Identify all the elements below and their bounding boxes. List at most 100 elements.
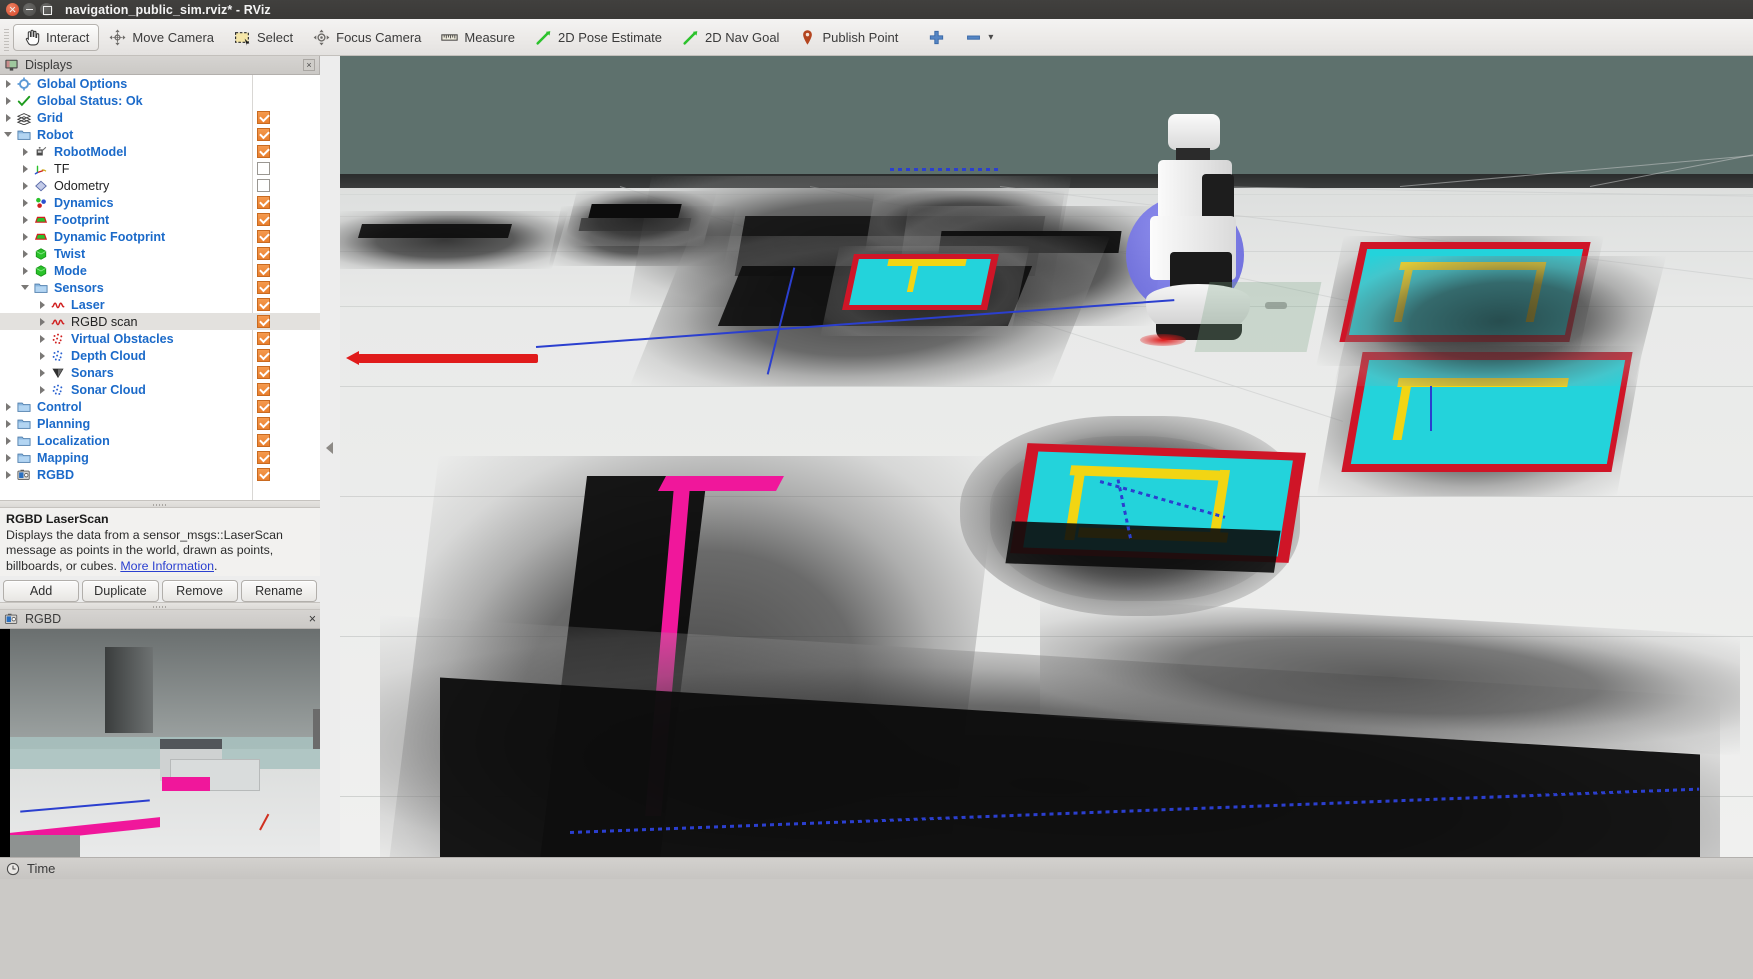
display-item-virtual-obstacles[interactable]: Virtual Obstacles [0,330,320,347]
rgbd-panel-splitter[interactable] [0,602,320,610]
display-item-sonar-cloud[interactable]: Sonar Cloud [0,381,320,398]
chevron-down-icon[interactable] [21,283,30,292]
displays-panel-header: Displays × [0,56,319,75]
display-item-robotmodel[interactable]: RobotModel [0,143,320,160]
display-enable-checkbox[interactable] [257,111,270,124]
chevron-right-icon[interactable] [21,249,30,258]
display-item-planning[interactable]: Planning [0,415,320,432]
tool-publish-point[interactable]: Publish Point [789,24,908,51]
tool-2d-nav-goal[interactable]: 2D Nav Goal [672,24,789,51]
display-enable-checkbox[interactable] [257,162,270,175]
display-item-rgbd-scan[interactable]: RGBD scan [0,313,320,330]
display-enable-checkbox[interactable] [257,179,270,192]
rename-button[interactable]: Rename [241,580,317,602]
tool-2d-pose-estimate[interactable]: 2D Pose Estimate [525,24,672,51]
display-item-mapping[interactable]: Mapping [0,449,320,466]
3d-render-view[interactable] [340,56,1753,857]
rgbd-camera-view[interactable] [0,629,320,857]
tool-measure[interactable]: Measure [431,24,525,51]
chevron-right-icon[interactable] [38,385,47,394]
display-enable-checkbox[interactable] [257,264,270,277]
display-enable-checkbox[interactable] [257,417,270,430]
chevron-right-icon[interactable] [4,419,13,428]
chevron-right-icon[interactable] [4,453,13,462]
chevron-right-icon[interactable] [21,147,30,156]
tool-move-camera[interactable]: Move Camera [99,24,224,51]
display-item-dynamic-footprint[interactable]: Dynamic Footprint [0,228,320,245]
add-tool-button[interactable] [918,24,955,51]
display-enable-checkbox[interactable] [257,434,270,447]
display-item-sensors[interactable]: Sensors [0,279,320,296]
display-item-robot[interactable]: Robot [0,126,320,143]
chevron-down-icon[interactable]: ▾ [988,32,993,43]
rgbd-scrollbar[interactable] [313,709,320,749]
chevron-right-icon[interactable] [38,317,47,326]
display-enable-checkbox[interactable] [257,230,270,243]
display-item-mode[interactable]: Mode [0,262,320,279]
chevron-right-icon[interactable] [38,351,47,360]
display-item-depth-cloud[interactable]: Depth Cloud [0,347,320,364]
tool-focus-camera[interactable]: Focus Camera [303,24,431,51]
chevron-down-icon[interactable] [4,130,13,139]
display-enable-checkbox[interactable] [257,315,270,328]
display-item-grid[interactable]: Grid [0,109,320,126]
display-enable-checkbox[interactable] [257,400,270,413]
tool-select[interactable]: Select [224,24,303,51]
display-item-tf[interactable]: TF [0,160,320,177]
maximize-window-button[interactable] [40,3,53,16]
display-enable-checkbox[interactable] [257,451,270,464]
display-enable-checkbox[interactable] [257,145,270,158]
chevron-right-icon[interactable] [38,300,47,309]
display-item-dynamics[interactable]: Dynamics [0,194,320,211]
display-enable-checkbox[interactable] [257,128,270,141]
display-enable-checkbox[interactable] [257,247,270,260]
display-enable-checkbox[interactable] [257,298,270,311]
displays-tree[interactable]: Global OptionsGlobal Status: OkGridRobot… [0,75,320,500]
display-enable-checkbox[interactable] [257,468,270,481]
display-enable-checkbox[interactable] [257,213,270,226]
display-item-footprint[interactable]: Footprint [0,211,320,228]
close-icon[interactable]: × [309,612,316,626]
display-enable-checkbox[interactable] [257,366,270,379]
chevron-right-icon[interactable] [4,436,13,445]
remove-tool-button[interactable]: ▾ [955,24,1003,51]
duplicate-button[interactable]: Duplicate [82,580,158,602]
more-information-link[interactable]: More Information [120,559,214,573]
tool-interact[interactable]: Interact [13,24,99,51]
remove-button[interactable]: Remove [162,580,238,602]
toolbar-drag-handle[interactable] [2,23,11,51]
chevron-right-icon[interactable] [21,181,30,190]
chevron-right-icon[interactable] [21,266,30,275]
panel-viewport-splitter[interactable] [320,56,340,857]
display-enable-checkbox[interactable] [257,349,270,362]
display-item-sonars[interactable]: Sonars [0,364,320,381]
chevron-right-icon[interactable] [21,198,30,207]
display-item-control[interactable]: Control [0,398,320,415]
chevron-right-icon[interactable] [21,232,30,241]
minimize-window-button[interactable] [23,3,36,16]
display-item-laser[interactable]: Laser [0,296,320,313]
chevron-right-icon[interactable] [4,79,13,88]
close-window-button[interactable] [6,3,19,16]
display-item-twist[interactable]: Twist [0,245,320,262]
display-item-odometry[interactable]: Odometry [0,177,320,194]
chevron-right-icon[interactable] [4,113,13,122]
display-enable-checkbox[interactable] [257,383,270,396]
close-icon[interactable]: × [303,59,315,71]
chevron-right-icon[interactable] [4,470,13,479]
displays-description-splitter[interactable] [0,500,320,508]
chevron-right-icon[interactable] [4,96,13,105]
display-item-global-status-ok[interactable]: Global Status: Ok [0,92,320,109]
chevron-right-icon[interactable] [21,164,30,173]
add-button[interactable]: Add [3,580,79,602]
display-enable-checkbox[interactable] [257,332,270,345]
chevron-right-icon[interactable] [4,402,13,411]
display-enable-checkbox[interactable] [257,281,270,294]
chevron-right-icon[interactable] [38,334,47,343]
display-item-global-options[interactable]: Global Options [0,75,320,92]
chevron-right-icon[interactable] [38,368,47,377]
display-item-localization[interactable]: Localization [0,432,320,449]
display-item-rgbd[interactable]: RGBD [0,466,320,483]
display-enable-checkbox[interactable] [257,196,270,209]
chevron-right-icon[interactable] [21,215,30,224]
